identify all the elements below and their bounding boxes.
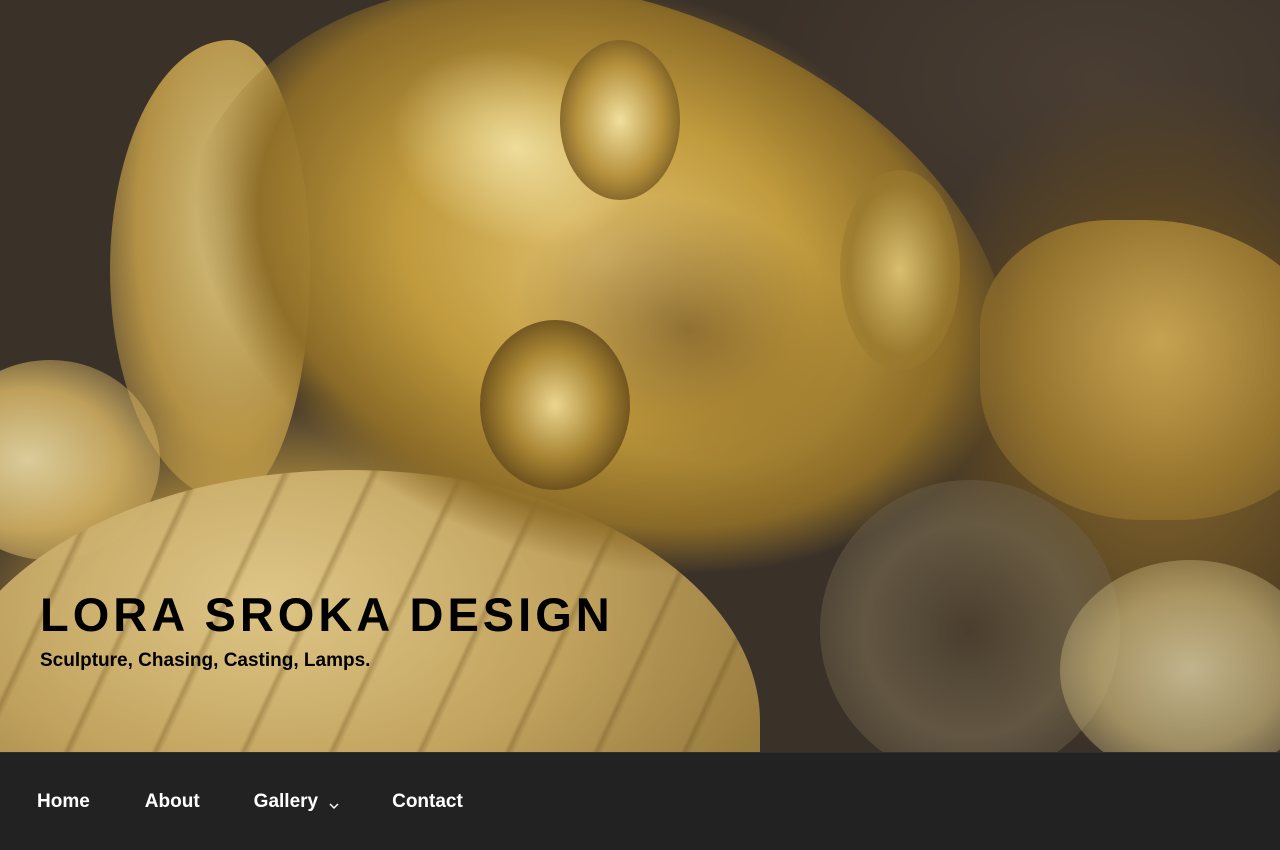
sculpture-eye (560, 40, 680, 200)
nav-item-label: About (144, 791, 200, 812)
nav-item-home[interactable]: Home (17, 753, 110, 850)
nav-item-label: Gallery (253, 791, 319, 812)
site-tagline: Sculpture, Chasing, Casting, Lamps. (40, 650, 371, 671)
sculpture-arm (980, 220, 1280, 520)
header-image: LORA SROKA DESIGN Sculpture, Chasing, Ca… (0, 0, 1280, 752)
nav-item-contact[interactable]: Contact (360, 753, 483, 850)
nav-menu: Home About Gallery Contact (0, 753, 1280, 850)
page: LORA SROKA DESIGN Sculpture, Chasing, Ca… (0, 0, 1280, 850)
site-branding: LORA SROKA DESIGN Sculpture, Chasing, Ca… (40, 588, 614, 674)
sculpture-lips (840, 170, 960, 370)
nav-item-gallery[interactable]: Gallery (220, 753, 360, 850)
nav-item-label: Contact (392, 791, 463, 812)
nav-item-label: Home (37, 791, 90, 812)
main-navigation: Home About Gallery Contact (0, 752, 1280, 850)
chevron-down-icon[interactable] (328, 796, 340, 810)
site-title[interactable]: LORA SROKA DESIGN (40, 588, 614, 642)
nav-item-about[interactable]: About (110, 753, 220, 850)
sculpture-eye (480, 320, 630, 490)
